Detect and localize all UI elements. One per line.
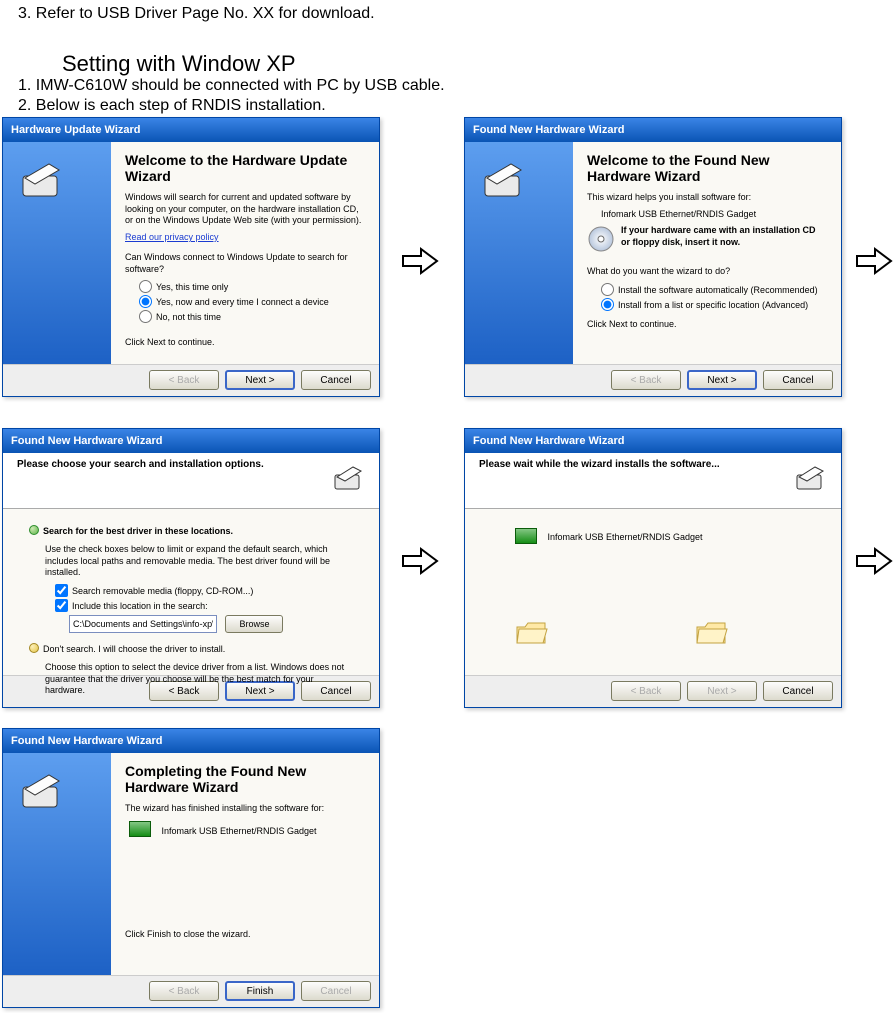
wizard-body-1: Windows will search for current and upda… bbox=[125, 192, 365, 227]
wizard-title-bar: Found New Hardware Wizard bbox=[3, 429, 379, 453]
button-bar: < Back Next > Cancel bbox=[3, 364, 379, 396]
network-card-icon bbox=[515, 528, 537, 544]
browse-button[interactable]: Browse bbox=[225, 615, 283, 633]
wizard-left-panel bbox=[3, 142, 111, 364]
chk-label: Search removable media (floppy, CD-ROM..… bbox=[72, 586, 253, 596]
chk-include-location[interactable]: Include this location in the search: bbox=[55, 599, 353, 612]
privacy-link[interactable]: Read our privacy policy bbox=[125, 232, 365, 242]
arrow-icon bbox=[401, 247, 439, 275]
wizard-body-1: The wizard has finished installing the s… bbox=[125, 803, 365, 815]
wizard-body-2: Can Windows connect to Windows Update to… bbox=[125, 252, 365, 275]
doc-step-1: 1. IMW-C610W should be connected with PC… bbox=[18, 76, 445, 97]
wizard-left-panel bbox=[465, 142, 573, 364]
wizard-4: Found New Hardware Wizard Please wait wh… bbox=[464, 428, 842, 708]
section-heading: Setting with Window XP bbox=[62, 50, 296, 79]
wizard-title-bar: Hardware Update Wizard bbox=[3, 118, 379, 142]
wizard-icon bbox=[19, 767, 69, 817]
opt2-desc: Choose this option to select the device … bbox=[45, 662, 353, 697]
wizard-left-panel bbox=[3, 753, 111, 975]
radio-label: Install the software automatically (Reco… bbox=[618, 285, 818, 295]
footer-text: Click Finish to close the wizard. bbox=[125, 929, 365, 941]
wizard-icon bbox=[333, 461, 369, 502]
wizard-title-bar: Found New Hardware Wizard bbox=[465, 429, 841, 453]
cancel-button[interactable]: Cancel bbox=[763, 681, 833, 701]
footer-text: Click Next to continue. bbox=[125, 337, 365, 349]
wizard-title-bar: Found New Hardware Wizard bbox=[3, 729, 379, 753]
device-name: Infomark USB Ethernet/RNDIS Gadget bbox=[161, 826, 316, 836]
cancel-button[interactable]: Cancel bbox=[763, 370, 833, 390]
radio-yes-always[interactable]: Yes, now and every time I connect a devi… bbox=[139, 295, 365, 308]
folder-icon bbox=[695, 619, 729, 647]
radio-label: Yes, now and every time I connect a devi… bbox=[156, 297, 329, 307]
device-name: Infomark USB Ethernet/RNDIS Gadget bbox=[601, 209, 827, 221]
wizard-3: Found New Hardware Wizard Please choose … bbox=[2, 428, 380, 708]
radio-label: Install from a list or specific location… bbox=[618, 300, 808, 310]
button-bar: < Back Next > Cancel bbox=[465, 675, 841, 707]
wizard-2: Found New Hardware Wizard Welcome to the… bbox=[464, 117, 842, 397]
wizard-5: Found New Hardware Wizard Completing the… bbox=[2, 728, 380, 1008]
back-button: < Back bbox=[611, 370, 681, 390]
back-button: < Back bbox=[611, 681, 681, 701]
radio-label: Yes, this time only bbox=[156, 282, 228, 292]
doc-step-2: 2. Below is each step of RNDIS installat… bbox=[18, 96, 326, 117]
radio-dont-search[interactable] bbox=[29, 643, 39, 653]
next-button: Next > bbox=[687, 681, 757, 701]
cancel-button: Cancel bbox=[301, 981, 371, 1001]
footer-text: Click Next to continue. bbox=[587, 319, 827, 331]
radio-yes-once[interactable]: Yes, this time only bbox=[139, 280, 365, 293]
radio-list[interactable]: Install from a list or specific location… bbox=[601, 298, 827, 311]
arrow-icon bbox=[855, 247, 893, 275]
arrow-icon bbox=[401, 547, 439, 575]
wizard-icon bbox=[795, 461, 831, 502]
wizard-heading: Please choose your search and installati… bbox=[17, 459, 365, 470]
cd-icon bbox=[587, 225, 615, 253]
wizard-title-bar: Found New Hardware Wizard bbox=[465, 118, 841, 142]
wizard-heading: Please wait while the wizard installs th… bbox=[479, 459, 827, 470]
wizard-header: Please choose your search and installati… bbox=[3, 453, 379, 509]
chk-removable[interactable]: Search removable media (floppy, CD-ROM..… bbox=[55, 584, 353, 597]
arrow-icon bbox=[855, 547, 893, 575]
cancel-button[interactable]: Cancel bbox=[301, 370, 371, 390]
chk-label: Include this location in the search: bbox=[72, 601, 208, 611]
next-button[interactable]: Next > bbox=[687, 370, 757, 390]
wizard-heading: Welcome to the Hardware Update Wizard bbox=[125, 152, 365, 184]
doc-line-3: 3. Refer to USB Driver Page No. XX for d… bbox=[18, 4, 375, 25]
wizard-icon bbox=[19, 156, 69, 206]
radio-label: No, not this time bbox=[156, 312, 221, 322]
next-button[interactable]: Next > bbox=[225, 370, 295, 390]
finish-button[interactable]: Finish bbox=[225, 981, 295, 1001]
button-bar: < Back Next > Cancel bbox=[465, 364, 841, 396]
back-button: < Back bbox=[149, 981, 219, 1001]
wizard-icon bbox=[481, 156, 531, 206]
opt1-desc: Use the check boxes below to limit or ex… bbox=[45, 544, 353, 579]
wizard-1: Hardware Update Wizard Welcome to the Ha… bbox=[2, 117, 380, 397]
wizard-heading: Welcome to the Found New Hardware Wizard bbox=[587, 152, 827, 184]
wizard-body-1: This wizard helps you install software f… bbox=[587, 192, 827, 204]
radio-label: Search for the best driver in these loca… bbox=[43, 526, 233, 536]
wizard-header: Please wait while the wizard installs th… bbox=[465, 453, 841, 509]
radio-no[interactable]: No, not this time bbox=[139, 310, 365, 323]
radio-auto[interactable]: Install the software automatically (Reco… bbox=[601, 283, 827, 296]
folder-icon bbox=[515, 619, 549, 647]
wizard-heading: Completing the Found New Hardware Wizard bbox=[125, 763, 365, 795]
device-name: Infomark USB Ethernet/RNDIS Gadget bbox=[547, 532, 702, 542]
button-bar: < Back Finish Cancel bbox=[3, 975, 379, 1007]
path-combo[interactable] bbox=[69, 615, 217, 633]
network-card-icon bbox=[129, 821, 151, 837]
wizard-body-2: What do you want the wizard to do? bbox=[587, 266, 827, 278]
back-button: < Back bbox=[149, 370, 219, 390]
cd-note: If your hardware came with an installati… bbox=[621, 225, 827, 248]
radio-search[interactable] bbox=[29, 525, 39, 535]
radio-label: Don't search. I will choose the driver t… bbox=[43, 644, 225, 654]
